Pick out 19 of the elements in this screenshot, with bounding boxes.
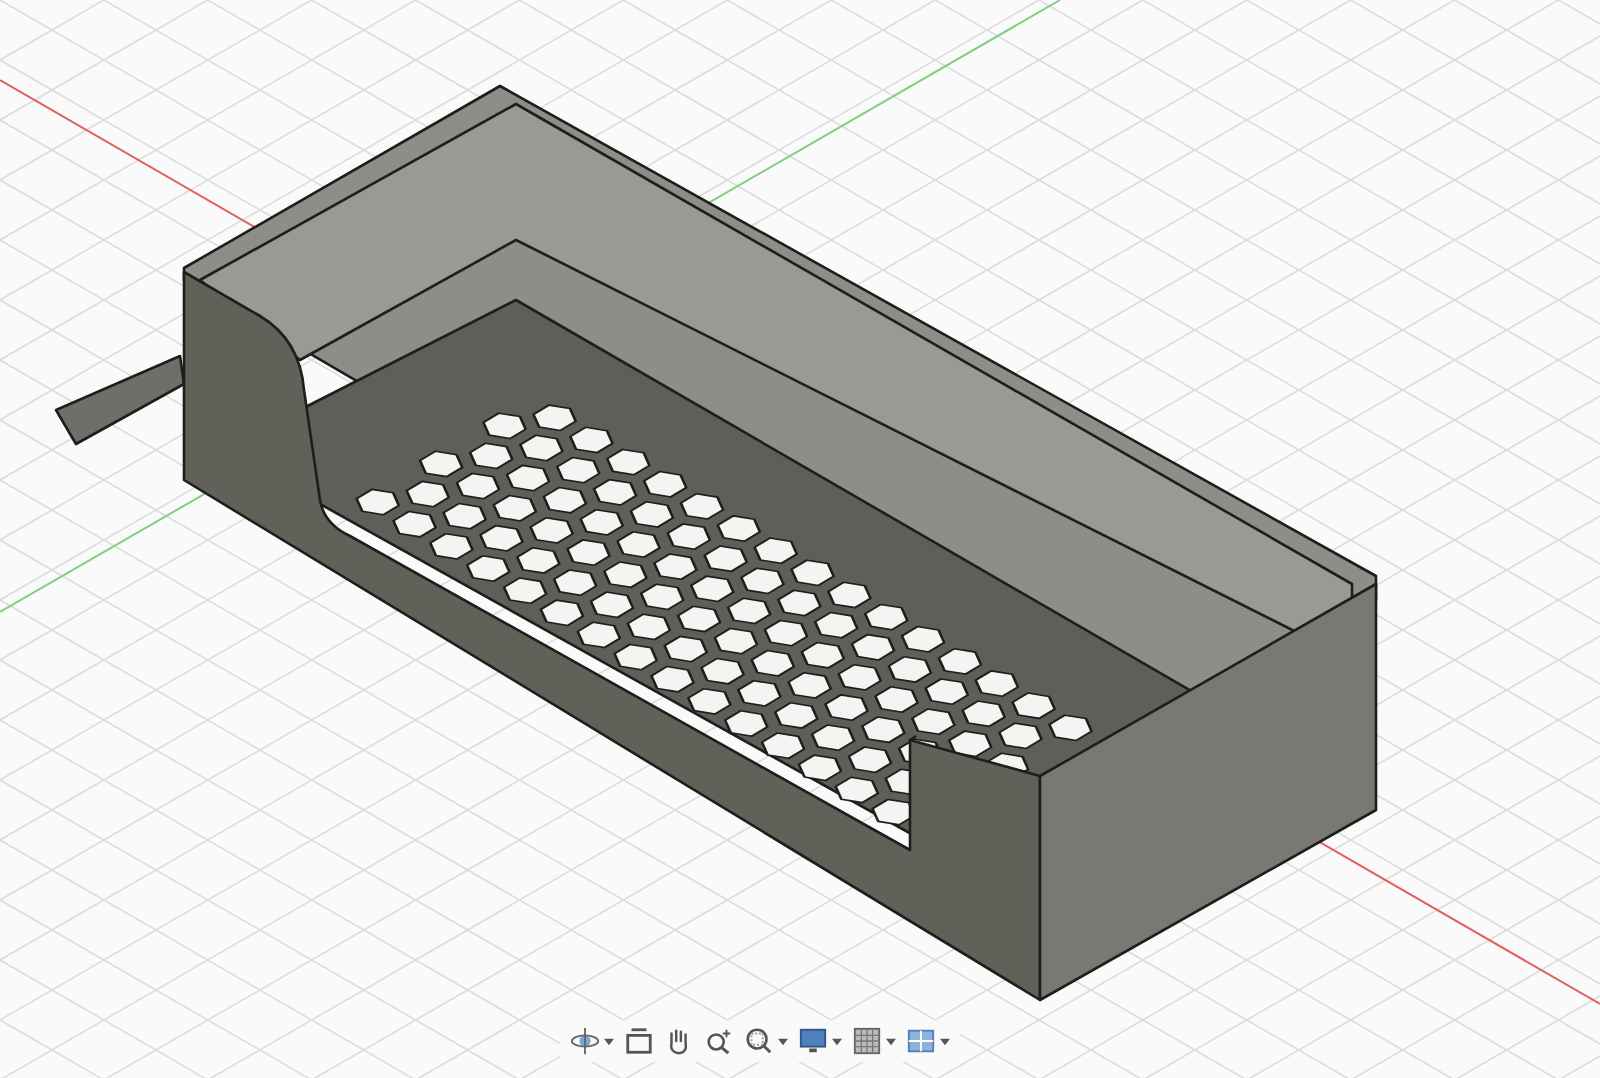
monitor-icon [798,1026,828,1056]
viewports-icon [906,1026,936,1056]
caret-icon[interactable] [832,1037,842,1045]
caret-icon[interactable] [940,1037,950,1045]
orbit-icon [570,1026,600,1056]
toolbar-button[interactable] [568,1024,616,1058]
caret-icon[interactable] [604,1037,614,1045]
toolbar-button[interactable] [622,1024,656,1058]
grid-icon [852,1026,882,1056]
zoom-window-icon [744,1026,774,1056]
toolbar-button[interactable] [796,1024,844,1058]
zoom-icon [704,1026,734,1056]
look-at-icon [624,1026,654,1056]
toolbar-button[interactable] [904,1024,952,1058]
toolbar-button[interactable] [742,1024,790,1058]
toolbar-button[interactable] [702,1024,736,1058]
toolbar-button[interactable] [850,1024,898,1058]
caret-icon[interactable] [886,1037,896,1045]
caret-icon[interactable] [778,1037,788,1045]
